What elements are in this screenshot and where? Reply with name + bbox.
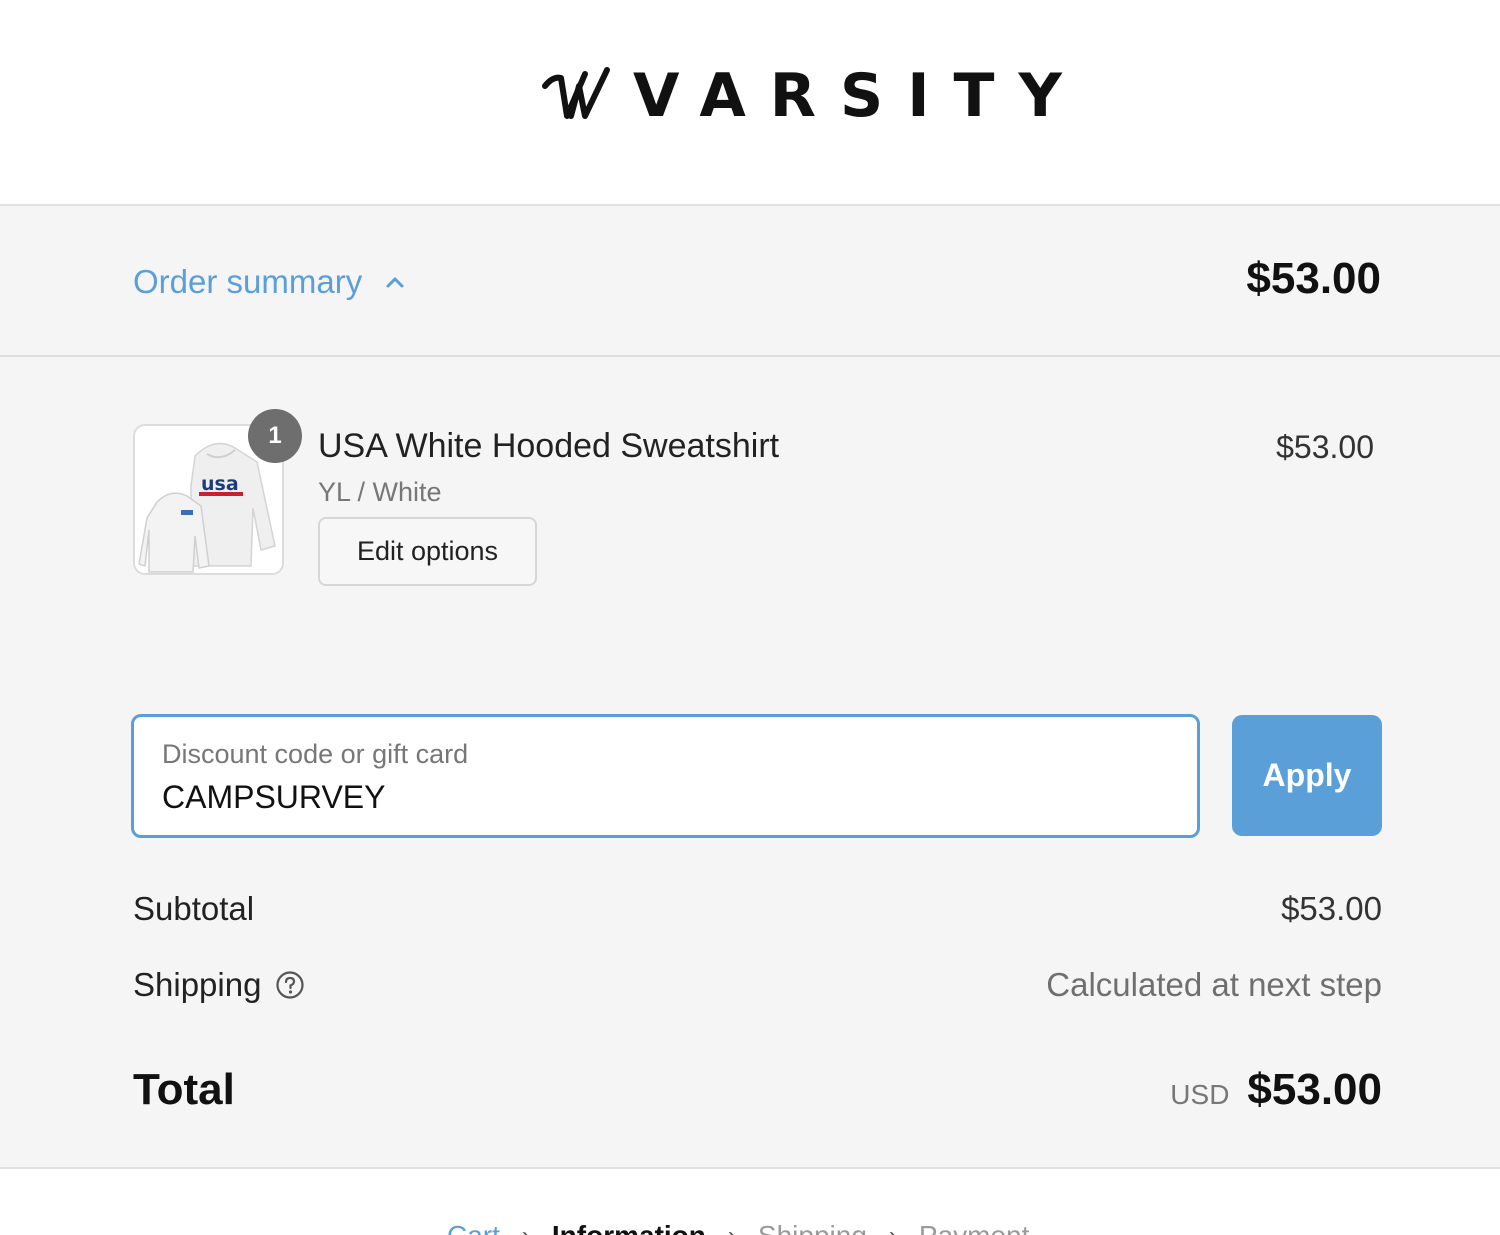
- order-summary-toggle[interactable]: Order summary: [133, 260, 408, 304]
- product-name: USA White Hooded Sweatshirt: [318, 427, 780, 465]
- order-summary-total: $53.00: [1246, 254, 1381, 303]
- chevron-right-icon: ›: [728, 1222, 736, 1235]
- shipping-row-label: Shipping: [133, 966, 305, 1004]
- order-summary-label: Order summary: [133, 263, 363, 300]
- varsity-logo-mark: [542, 67, 610, 119]
- apply-discount-button[interactable]: Apply: [1232, 715, 1382, 836]
- hoodie-print: usa: [201, 473, 239, 495]
- breadcrumb-payment: Payment: [919, 1220, 1030, 1235]
- varsity-logo[interactable]: VARSITY: [541, 64, 1062, 128]
- edit-options-button[interactable]: Edit options: [318, 517, 537, 586]
- total-amount: USD $53.00: [1170, 1065, 1382, 1115]
- grand-total: $53.00: [1247, 1065, 1382, 1114]
- order-summary-toggle-bar: Order summary $53.00: [0, 206, 1500, 357]
- quantity-badge: 1: [248, 409, 302, 463]
- total-label: Total: [133, 1065, 235, 1114]
- help-icon[interactable]: [275, 970, 305, 1000]
- product-price: $53.00: [1276, 429, 1374, 465]
- brand-name: VARSITY: [633, 61, 1086, 131]
- breadcrumb-shipping: Shipping: [758, 1220, 867, 1235]
- currency-code: USD: [1170, 1079, 1230, 1110]
- breadcrumb-cart[interactable]: Cart: [447, 1220, 500, 1235]
- subtotal-value: $53.00: [1281, 890, 1382, 927]
- breadcrumb-information: Information: [552, 1220, 706, 1235]
- shipping-value: Calculated at next step: [1046, 966, 1382, 1003]
- discount-code-field[interactable]: Discount code or gift card: [131, 714, 1200, 838]
- site-header: VARSITY: [0, 0, 1500, 206]
- subtotal-label: Subtotal: [133, 890, 255, 927]
- discount-code-label: Discount code or gift card: [162, 739, 469, 769]
- chevron-up-icon: [386, 277, 404, 288]
- discount-code-input[interactable]: [162, 775, 1162, 819]
- chevron-right-icon: ›: [889, 1222, 897, 1235]
- shipping-label: Shipping: [133, 966, 262, 1003]
- checkout-breadcrumb: Cart › Information › Shipping › Payment: [0, 1170, 1500, 1235]
- product-variant: YL / White: [318, 477, 442, 507]
- chevron-right-icon: ›: [522, 1222, 530, 1235]
- order-summary-panel: usa 1 USA White Hooded Sweatshirt YL / W…: [0, 357, 1500, 1169]
